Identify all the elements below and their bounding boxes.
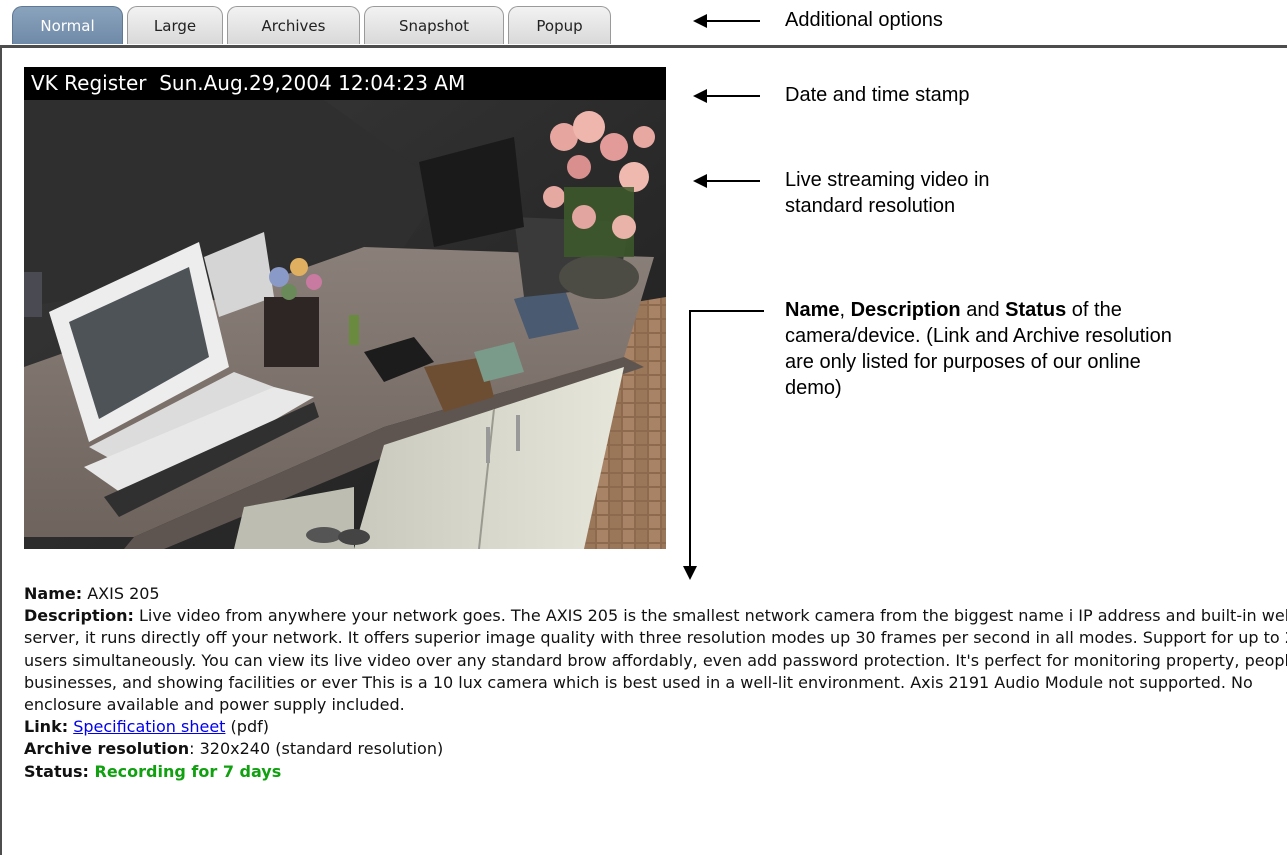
annotation-info-fields: Name, Description and Status of the came…: [785, 297, 1180, 401]
name-label: Name:: [24, 584, 83, 603]
view-tabs: Normal Large Archives Snapshot Popup: [12, 6, 611, 46]
info-archive-row: Archive resolution: 320x240 (standard re…: [24, 738, 1287, 760]
link-label: Link:: [24, 717, 69, 737]
live-video-frame: VK Register Sun.Aug.29,2004 12:04:23 AM: [24, 67, 666, 549]
tab-large[interactable]: Large: [127, 6, 223, 44]
annotation-and: and: [960, 299, 1006, 321]
status-value: Recording for 7 days: [88, 761, 282, 781]
panel-top-border: [0, 45, 1287, 48]
info-status-row: Status: Recording for 7 days: [24, 761, 1287, 783]
info-link-row: Link: Specification sheet (pdf): [24, 716, 1287, 738]
annotation-name-word: Name: [785, 299, 840, 321]
annotation-status-word: Status: [1005, 299, 1067, 321]
left-arrow-icon: [693, 89, 760, 103]
link-suffix: (pdf): [225, 717, 269, 737]
annotation-comma: ,: [839, 299, 851, 321]
bracket-line-vertical: [689, 310, 691, 568]
left-arrow-icon: [693, 14, 760, 28]
specification-sheet-link[interactable]: Specification sheet: [73, 717, 225, 736]
annotation-live-video: Live streaming video in standard resolut…: [785, 169, 990, 217]
down-arrow-icon: [683, 566, 697, 580]
annotation-description-word: Description: [850, 299, 961, 321]
tab-snapshot[interactable]: Snapshot: [364, 6, 504, 44]
date-time-stamp: VK Register Sun.Aug.29,2004 12:04:23 AM: [24, 67, 666, 100]
status-label: Status:: [24, 761, 89, 781]
tab-archives[interactable]: Archives: [227, 6, 360, 44]
annotation-date-time: Date and time stamp: [785, 84, 970, 106]
name-value: AXIS 205: [82, 584, 160, 603]
annotation-additional-options: Additional options: [785, 9, 943, 31]
archive-resolution-value: : 320x240 (standard resolution): [189, 739, 444, 759]
tab-popup[interactable]: Popup: [508, 6, 611, 44]
left-arrow-icon: [693, 174, 760, 188]
tab-normal[interactable]: Normal: [12, 6, 123, 44]
bracket-line: [689, 310, 764, 312]
description-label: Description:: [24, 606, 134, 626]
panel-left-border: [0, 45, 2, 855]
archive-resolution-label: Archive resolution: [24, 739, 190, 759]
camera-info: Name: AXIS 205 Description: Live video f…: [24, 583, 1287, 783]
camera-image: [24, 67, 666, 549]
info-description-row: Description: Live video from anywhere yo…: [24, 605, 1287, 716]
description-value: Live video from anywhere your network go…: [24, 606, 1287, 715]
info-name-row: Name: AXIS 205: [24, 583, 1287, 605]
